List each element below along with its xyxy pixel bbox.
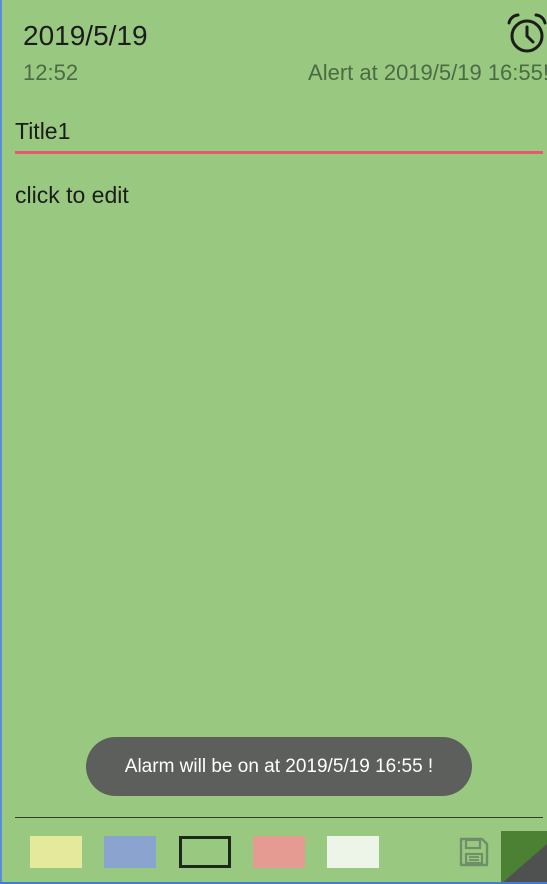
note-body[interactable]: click to edit — [15, 180, 129, 210]
note-editor-screen: 2019/5/19 12:52 Alert at 2019/5/19 16:55… — [0, 0, 547, 884]
save-icon[interactable] — [458, 836, 490, 868]
page-fold-corner — [501, 831, 547, 884]
title-input[interactable] — [15, 112, 543, 154]
toolbar-divider — [15, 817, 543, 818]
color-swatch-white[interactable] — [327, 836, 379, 868]
color-swatch-red[interactable] — [253, 836, 305, 868]
color-swatch-yellow[interactable] — [30, 836, 82, 868]
toast-message: Alarm will be on at 2019/5/19 16:55 ! — [86, 737, 472, 796]
color-swatch-green[interactable] — [179, 836, 231, 868]
note-time: 12:52 — [23, 60, 79, 85]
color-swatch-blue[interactable] — [104, 836, 156, 868]
left-edge — [0, 0, 2, 884]
note-date: 2019/5/19 — [23, 20, 148, 51]
alarm-clock-icon[interactable] — [505, 12, 547, 56]
alert-text: Alert at 2019/5/19 16:55! — [308, 60, 547, 85]
